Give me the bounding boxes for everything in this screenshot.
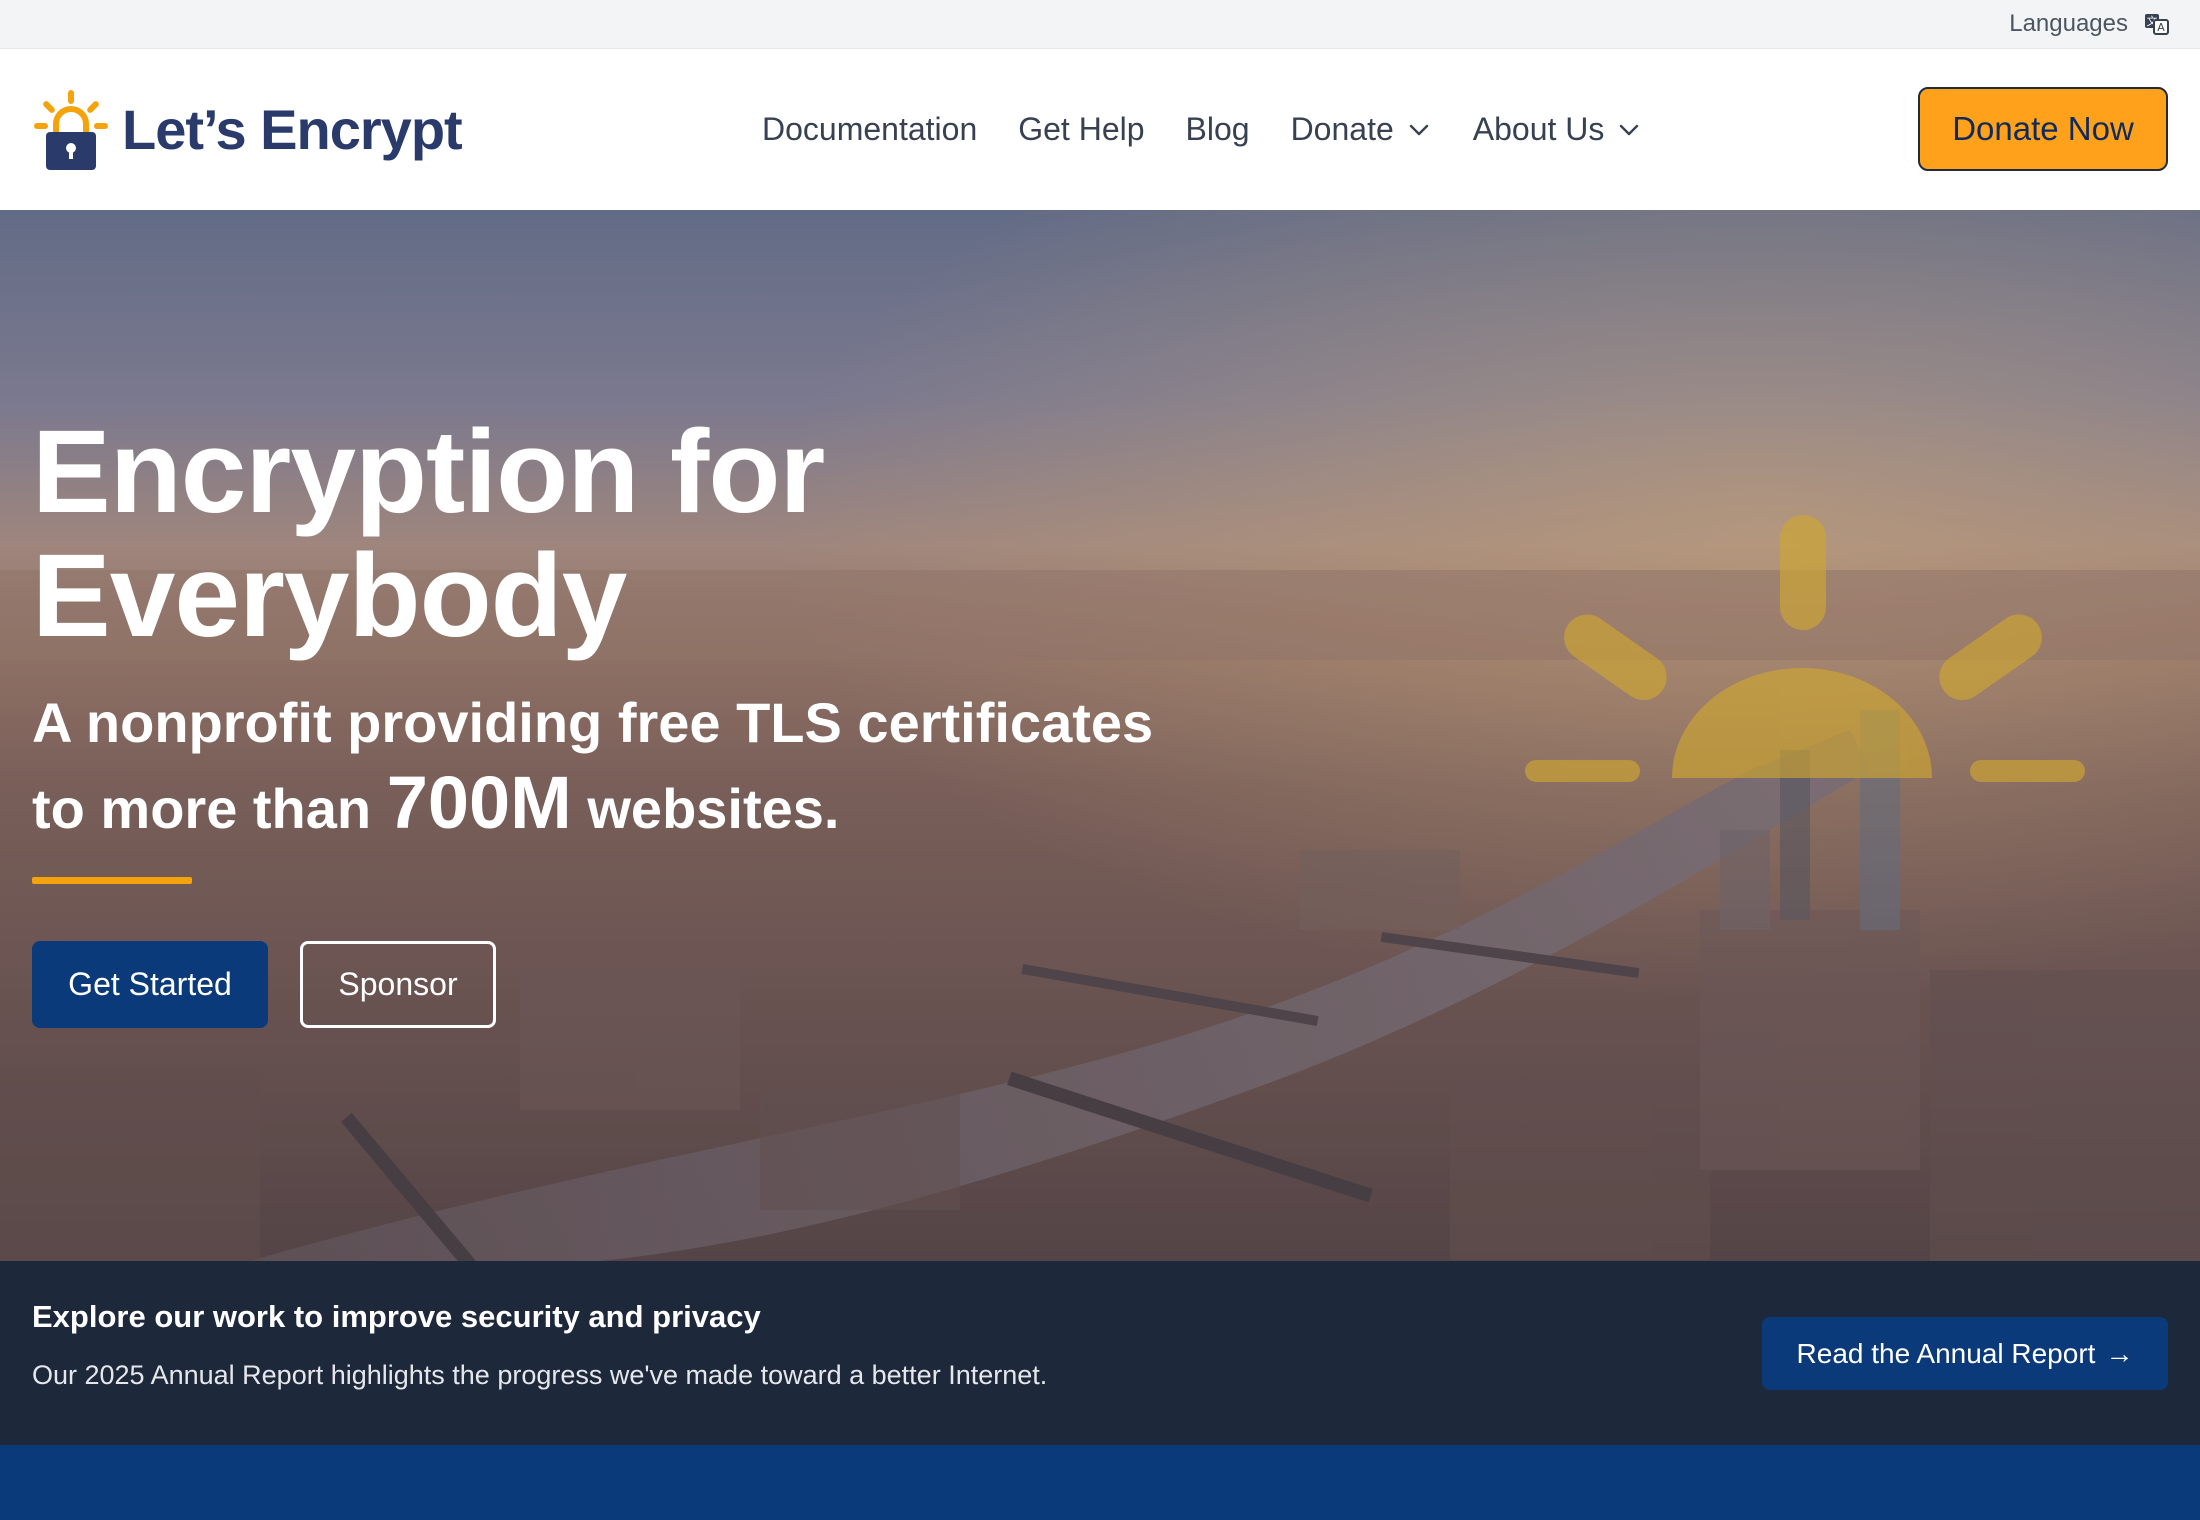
languages-label: Languages (2009, 10, 2128, 37)
nav-about-us-label: About Us (1472, 111, 1605, 147)
nav-about-us[interactable]: About Us (1473, 111, 1643, 148)
translate-icon: 文 A (2145, 14, 2169, 35)
arrow-right-icon: → (2105, 1337, 2134, 1369)
nav-donate-label: Donate (1290, 111, 1394, 147)
nav-blog[interactable]: Blog (1186, 111, 1250, 148)
hero-subtitle: A nonprofit providing free TLS certifica… (32, 683, 1292, 849)
languages-selector[interactable]: Languages 文 A (2009, 10, 2170, 38)
report-heading: Explore our work to improve security and… (32, 1299, 761, 1334)
language-bar: Languages 文 A (0, 0, 2200, 49)
nav-documentation-label: Documentation (762, 111, 978, 147)
site-logo[interactable]: Let’s Encrypt (32, 86, 463, 174)
hero-subtitle-number: 700M (386, 761, 572, 844)
read-annual-report-button[interactable]: Read the Annual Report → (1762, 1317, 2168, 1390)
chevron-down-icon (1409, 124, 1428, 135)
hero-title: Encryption for Everybody (32, 410, 1232, 658)
hero-subtitle-part-3: websites. (587, 777, 840, 840)
hero-subtitle-part-2: to more than (32, 777, 372, 840)
next-section-band (0, 1445, 2200, 1520)
chevron-down-icon (1620, 124, 1639, 135)
hero-section: Encryption for Everybody A nonprofit pro… (0, 210, 2200, 1261)
nav-donate[interactable]: Donate (1291, 111, 1432, 148)
hero-accent-underline (32, 877, 192, 884)
hero-title-line-2: Everybody (32, 530, 627, 662)
logo-text: Let’s Encrypt (122, 98, 463, 161)
report-description: Our 2025 Annual Report highlights the pr… (32, 1360, 1048, 1390)
main-nav: Documentation Get Help Blog Donate About… (762, 49, 1642, 210)
padlock-sun-icon (34, 89, 108, 170)
hero-title-line-1: Encryption for (32, 406, 825, 538)
nav-get-help-label: Get Help (1018, 111, 1145, 147)
annual-report-banner: Explore our work to improve security and… (0, 1261, 2200, 1445)
nav-blog-label: Blog (1185, 111, 1250, 147)
site-header: Let’s Encrypt Documentation Get Help Blo… (0, 49, 2200, 210)
donate-now-button[interactable]: Donate Now (1918, 87, 2168, 171)
read-annual-report-label: Read the Annual Report (1796, 1337, 2096, 1369)
get-started-button[interactable]: Get Started (32, 941, 268, 1028)
svg-text:A: A (2157, 21, 2165, 34)
hero-subtitle-part-1: A nonprofit providing free TLS certifica… (32, 691, 1154, 754)
nav-documentation[interactable]: Documentation (762, 111, 977, 148)
nav-get-help[interactable]: Get Help (1018, 111, 1144, 148)
sponsor-button[interactable]: Sponsor (300, 941, 496, 1028)
